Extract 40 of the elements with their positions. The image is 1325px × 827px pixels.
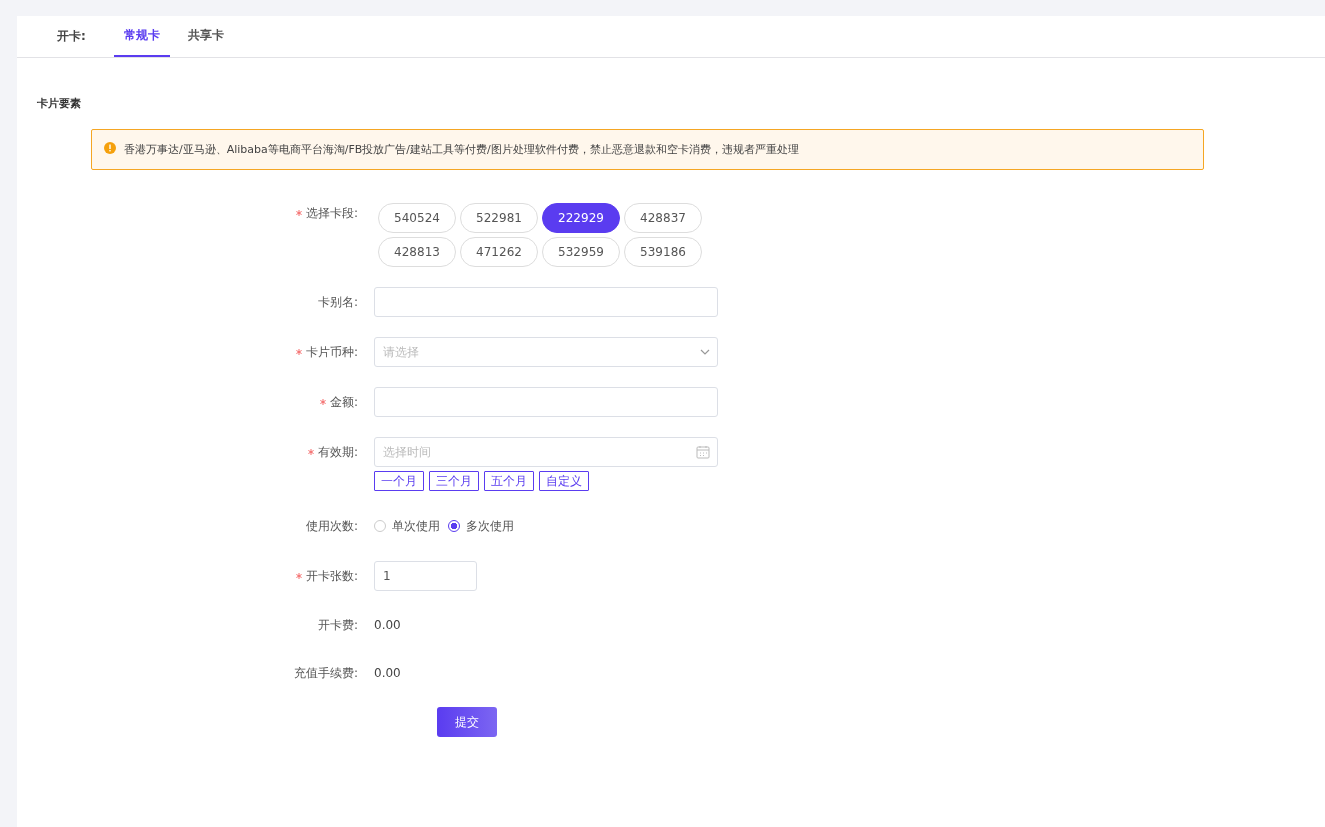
- field-label: 使用次数:: [305, 517, 358, 535]
- card-bin-chip[interactable]: 522981: [460, 203, 538, 233]
- value-text: 0.00: [374, 666, 401, 680]
- card-bin-chip[interactable]: 471262: [460, 237, 538, 267]
- value-text: 0.00: [374, 618, 401, 632]
- field-label: 卡别名:: [317, 293, 358, 311]
- field-label: 开卡费:: [317, 616, 358, 634]
- tabs-label: 开卡:: [57, 28, 86, 45]
- date-field[interactable]: 选择时间: [374, 437, 718, 467]
- chevron-down-icon: [700, 349, 710, 355]
- tab[interactable]: 常规卡: [113, 16, 170, 57]
- shortcut-button[interactable]: 五个月: [484, 471, 534, 491]
- calendar-icon: [696, 445, 710, 459]
- field-label: 充值手续费:: [293, 664, 358, 682]
- shortcut-button[interactable]: 三个月: [429, 471, 479, 491]
- card-bin-chip[interactable]: 532959: [542, 237, 620, 267]
- shortcut-button[interactable]: 一个月: [374, 471, 424, 491]
- field-label: 金额:: [329, 393, 358, 411]
- input-field[interactable]: [374, 287, 718, 317]
- input-field[interactable]: 1: [374, 561, 477, 591]
- radio-label[interactable]: 单次使用: [392, 517, 440, 535]
- tab[interactable]: 共享卡: [177, 16, 234, 57]
- shortcut-button[interactable]: 自定义: [539, 471, 589, 491]
- card-bin-chip[interactable]: 428837: [624, 203, 702, 233]
- alert-text: 香港万事达/亚马逊、Alibaba等电商平台海淘/FB投放广告/建站工具等付费/图片处理软件付费，禁止恶意退款和空卡消费，违规者严重处理: [124, 142, 799, 157]
- section-title: 卡片要素: [37, 96, 82, 111]
- card-bin-chip[interactable]: 428813: [378, 237, 456, 267]
- field-label: 选择卡段:: [305, 204, 358, 222]
- input-field[interactable]: [374, 387, 718, 417]
- field-label: 开卡张数:: [305, 567, 358, 585]
- card-bin-chip[interactable]: 540524: [378, 203, 456, 233]
- warning-icon: [104, 141, 116, 154]
- card-bin-chip[interactable]: 539186: [624, 237, 702, 267]
- field-label: 卡片币种:: [305, 343, 358, 361]
- submit-button[interactable]: 提交: [437, 707, 497, 737]
- card-bin-chip[interactable]: 222929: [542, 203, 620, 233]
- radio-label[interactable]: 多次使用: [466, 517, 514, 535]
- radio-button[interactable]: [448, 520, 460, 532]
- field-label: 有效期:: [317, 443, 358, 461]
- select-field[interactable]: 请选择: [374, 337, 718, 367]
